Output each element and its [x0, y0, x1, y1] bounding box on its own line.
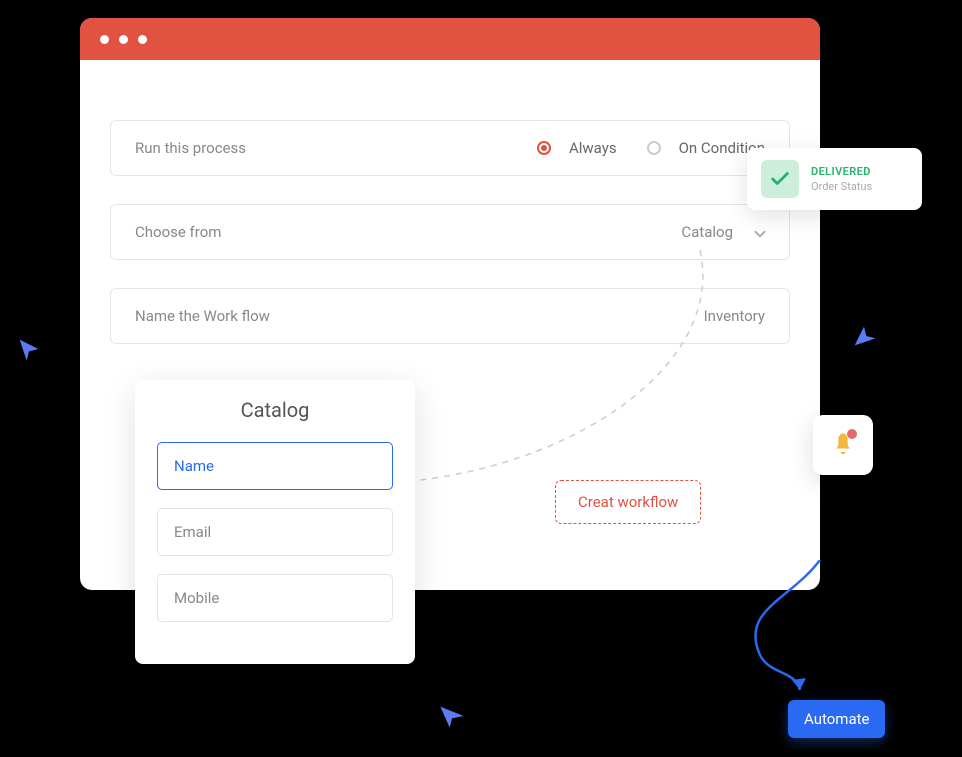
window-dot-3: [138, 35, 147, 44]
run-process-options: Always On Condition: [537, 139, 765, 157]
catalog-field-email[interactable]: Email: [157, 508, 393, 556]
choose-from-value: Catalog: [681, 223, 733, 241]
workflow-name-label: Name the Work flow: [135, 307, 270, 325]
notification-dot-icon: [847, 429, 857, 439]
workflow-name-row[interactable]: Name the Work flow Inventory: [110, 288, 790, 344]
chevron-down-icon: [751, 225, 765, 239]
window-dot-2: [119, 35, 128, 44]
run-process-row: Run this process Always On Condition: [110, 120, 790, 176]
delivered-label: Order Status: [811, 180, 872, 193]
catalog-popup-title: Catalog: [157, 398, 393, 422]
workflow-name-value: Inventory: [704, 307, 765, 325]
titlebar: [80, 18, 820, 60]
notification-card[interactable]: [813, 415, 873, 475]
choose-from-row[interactable]: Choose from Catalog: [110, 204, 790, 260]
radio-always[interactable]: [537, 141, 551, 155]
delivered-text: DELIVERED Order Status: [811, 165, 872, 193]
catalog-popup: Catalog Name Email Mobile: [135, 380, 415, 664]
choose-from-label: Choose from: [135, 223, 221, 241]
delivered-status: DELIVERED: [811, 165, 872, 178]
radio-always-label: Always: [569, 139, 617, 157]
create-workflow-button[interactable]: Creat workflow: [555, 480, 701, 524]
window-content: Run this process Always On Condition Cho…: [80, 60, 820, 402]
radio-on-condition[interactable]: [647, 141, 661, 155]
catalog-field-mobile[interactable]: Mobile: [157, 574, 393, 622]
check-icon: [761, 160, 799, 198]
automate-button[interactable]: Automate: [788, 700, 885, 738]
run-process-label: Run this process: [135, 139, 537, 157]
delivered-card: DELIVERED Order Status: [747, 148, 922, 210]
radio-always-group[interactable]: Always: [537, 139, 617, 157]
window-dot-1: [100, 35, 109, 44]
catalog-field-name[interactable]: Name: [157, 442, 393, 490]
